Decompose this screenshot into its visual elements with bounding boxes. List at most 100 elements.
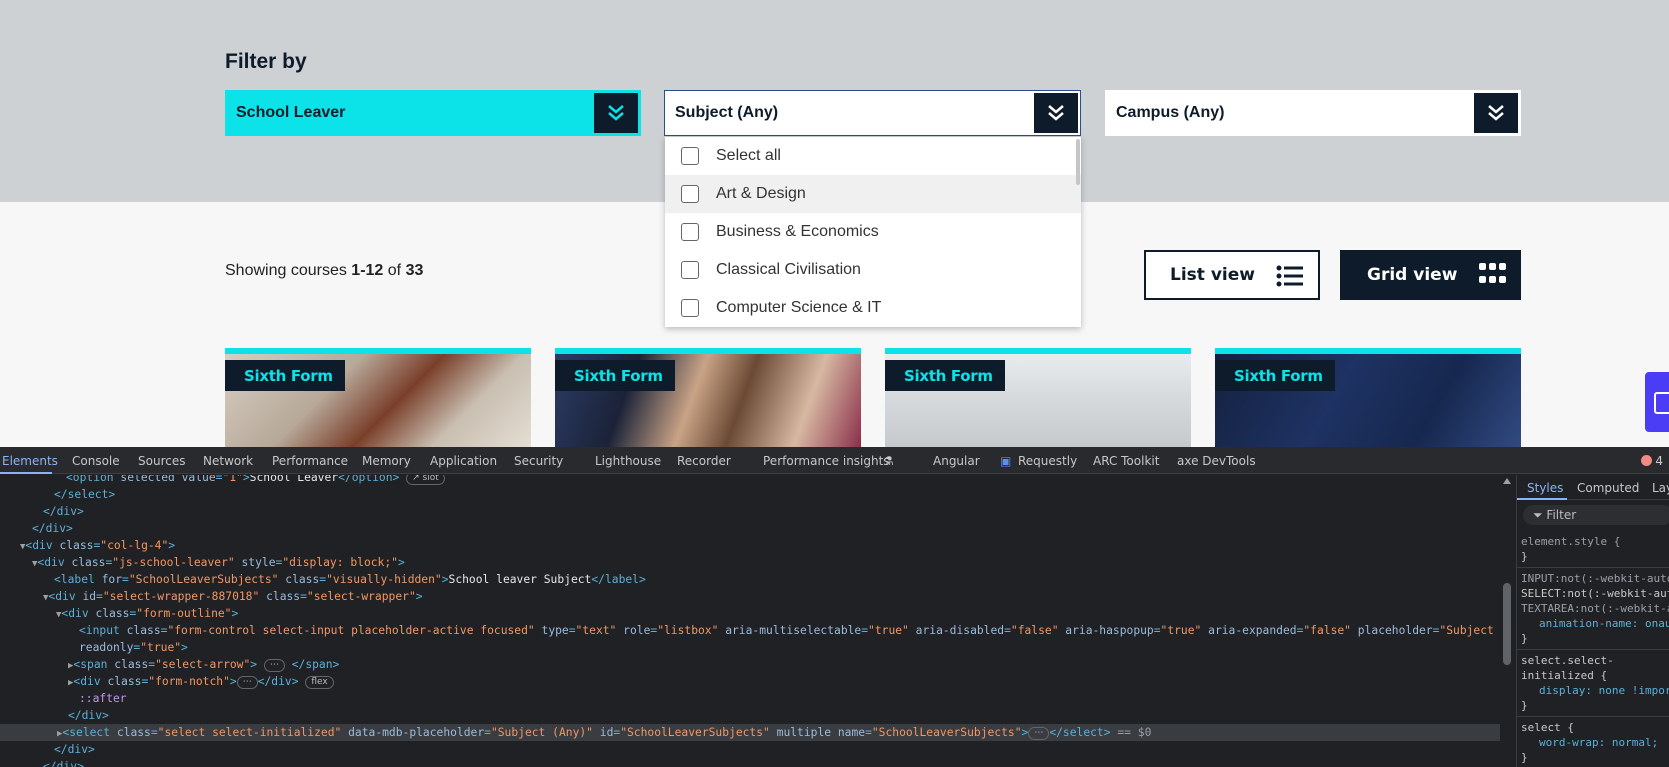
list-view-button[interactable]: List view — [1144, 250, 1320, 300]
filter-icon: ⏷ — [1533, 508, 1547, 522]
checkbox-icon[interactable] — [681, 299, 699, 317]
error-counter[interactable]: 4 — [1641, 454, 1663, 468]
active-tab-indicator — [0, 472, 52, 474]
checkbox-icon[interactable] — [681, 147, 699, 165]
grid-view-button[interactable]: Grid view — [1340, 250, 1521, 300]
rule-selector: SELECT:not(:-webkit-aut — [1521, 587, 1669, 600]
subject-dropdown-list: Select all Art & Design Business & Econo… — [665, 137, 1081, 327]
ellipsis-badge[interactable]: ⋯ — [263, 659, 285, 672]
dom-line[interactable]: <label for="SchoolLeaverSubjects" class=… — [0, 571, 1500, 588]
dom-line[interactable]: </div> — [0, 707, 1500, 724]
card-tag: Sixth Form — [225, 360, 345, 391]
rule-close: } — [1521, 699, 1528, 712]
tab-computed[interactable]: Computed — [1577, 481, 1639, 495]
course-card[interactable]: Sixth Form — [555, 348, 861, 448]
tab-performance[interactable]: Performance — [272, 454, 348, 468]
rule-property[interactable]: display: none !impor — [1521, 683, 1669, 698]
tab-console[interactable]: Console — [72, 454, 120, 468]
tab-elements[interactable]: Elements — [2, 454, 58, 468]
rule-selector: element.style { — [1521, 535, 1621, 548]
campus-label: Campus (Any) — [1116, 104, 1225, 121]
error-icon — [1641, 455, 1653, 466]
ellipsis-badge[interactable]: ⋯ — [236, 676, 258, 689]
checkbox-icon[interactable] — [681, 223, 699, 241]
dropdown-option-select-all[interactable]: Select all — [665, 137, 1081, 175]
feedback-tab[interactable] — [1645, 372, 1669, 432]
dom-line[interactable]: <input class="form-control select-input … — [0, 622, 1514, 639]
rule-property[interactable]: word-wrap: normal; — [1521, 735, 1669, 750]
list-view-label: List view — [1170, 265, 1255, 285]
tab-arc-toolkit[interactable]: ARC Toolkit — [1093, 454, 1159, 468]
dom-line[interactable]: </div> — [0, 758, 1500, 767]
tab-recorder[interactable]: Recorder — [677, 454, 731, 468]
devtools-tabbar: Elements Console Sources Network Perform… — [0, 447, 1669, 474]
tab-styles[interactable]: Styles — [1527, 481, 1563, 495]
campus-select[interactable]: Campus (Any) — [1105, 90, 1521, 136]
dropdown-option[interactable]: Art & Design — [665, 175, 1081, 213]
dom-line[interactable]: ▼<div class="js-school-leaver" style="di… — [0, 554, 1500, 571]
dom-line[interactable]: ▼<div id="select-wrapper-887018" class="… — [0, 588, 1500, 605]
dom-line[interactable]: ▶<div class="form-notch"> ⋯ </div> flex — [0, 673, 1500, 690]
tab-performance-insights[interactable]: Performance insights — [763, 454, 890, 468]
dropdown-option[interactable]: Computer Science & IT — [665, 289, 1081, 327]
option-label: Classical Civilisation — [716, 261, 861, 278]
tab-network[interactable]: Network — [203, 454, 253, 468]
dom-text: School Leaver — [249, 475, 339, 484]
rule-close: } — [1521, 632, 1528, 645]
tab-memory[interactable]: Memory — [362, 454, 411, 468]
checkbox-icon[interactable] — [681, 261, 699, 279]
grid-view-label: Grid view — [1367, 265, 1458, 285]
dropdown-scrollbar[interactable] — [1076, 139, 1080, 185]
pseudo-element: ::after — [79, 692, 127, 705]
dom-line[interactable]: </div> — [0, 741, 1500, 758]
rule-property[interactable]: animation-name: onau — [1521, 616, 1669, 631]
tab-application[interactable]: Application — [430, 454, 497, 468]
card-tag: Sixth Form — [1215, 360, 1335, 391]
dropdown-option[interactable]: Classical Civilisation — [665, 251, 1081, 289]
dom-line[interactable]: <option selected value="1">School Leaver… — [0, 475, 1500, 486]
dropdown-option[interactable]: Business & Economics — [665, 213, 1081, 251]
dom-line-selected[interactable]: ▶<select class="select select-initialize… — [0, 724, 1500, 741]
dom-line[interactable]: ▶<span class="select-arrow"> ⋯ </span> — [0, 656, 1500, 673]
flask-icon: ⚗ — [883, 454, 894, 468]
styles-filter-input[interactable]: ⏷ Filter — [1523, 505, 1669, 525]
dom-line[interactable]: ▼<div class="col-lg-4"> — [0, 537, 1500, 554]
school-leaver-label: School Leaver — [236, 104, 346, 121]
dom-line[interactable]: </select> — [0, 486, 1500, 503]
style-rule[interactable]: INPUT:not(:-webkit-auto SELECT:not(:-web… — [1517, 568, 1669, 650]
rule-selector: initialized { — [1521, 669, 1608, 682]
dom-line[interactable]: </div> — [0, 520, 1500, 537]
school-leaver-select[interactable]: School Leaver — [225, 90, 641, 136]
scroll-up-icon[interactable] — [1503, 478, 1511, 484]
style-rule[interactable]: select.select- initialized { display: no… — [1517, 650, 1669, 717]
course-card[interactable]: Sixth Form — [885, 348, 1191, 448]
tab-layout[interactable]: Lay — [1652, 481, 1669, 495]
dom-line[interactable]: </div> — [0, 503, 1500, 520]
dom-line[interactable]: readonly="true"> — [0, 639, 1500, 656]
tab-lighthouse[interactable]: Lighthouse — [595, 454, 661, 468]
dom-line[interactable]: ::after — [0, 690, 1500, 707]
subject-label: Subject (Any) — [675, 104, 779, 121]
ellipsis-badge[interactable]: ⋯ — [1028, 727, 1050, 740]
tab-security[interactable]: Security — [514, 454, 563, 468]
rule-selector: INPUT:not(:-webkit-auto — [1521, 572, 1669, 585]
results-range: 1-12 — [351, 262, 384, 279]
scroll-thumb[interactable] — [1503, 583, 1511, 665]
chevron-double-down-icon — [1034, 93, 1078, 133]
slot-badge[interactable]: ↗ slot — [406, 475, 445, 485]
tab-sources[interactable]: Sources — [138, 454, 185, 468]
tab-axe-devtools[interactable]: axe DevTools — [1177, 454, 1256, 468]
tab-requestly[interactable]: Requestly — [1018, 454, 1077, 468]
elements-scrollbar[interactable] — [1500, 475, 1514, 767]
subject-select[interactable]: Subject (Any) — [664, 90, 1081, 136]
checkbox-icon[interactable] — [681, 185, 699, 203]
style-rule[interactable]: select { word-wrap: normal; } — [1517, 717, 1669, 767]
style-rule[interactable]: element.style { } — [1517, 531, 1669, 568]
course-card[interactable]: Sixth Form — [225, 348, 531, 448]
tab-angular[interactable]: Angular — [933, 454, 980, 468]
styles-tabbar: Styles Computed Lay — [1517, 475, 1669, 500]
selected-marker: == $0 — [1117, 726, 1152, 739]
flex-badge[interactable]: flex — [305, 676, 334, 689]
dom-line[interactable]: ▼<div class="form-outline"> — [0, 605, 1500, 622]
course-card[interactable]: Sixth Form — [1215, 348, 1521, 448]
